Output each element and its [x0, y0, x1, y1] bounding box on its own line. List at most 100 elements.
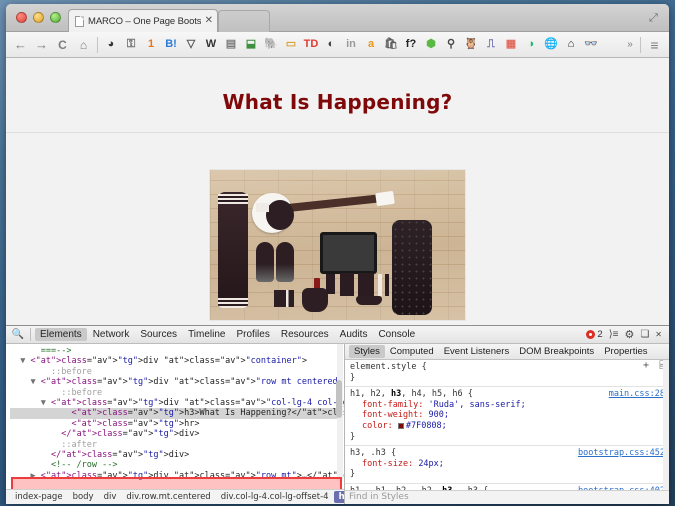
dom-node-row[interactable]: ▼ <"at">class="av">"tg">div "at">class="…	[10, 377, 337, 387]
readability-icon[interactable]: ▤	[221, 34, 241, 56]
expand-arrow-icon[interactable]: ▼	[20, 356, 25, 366]
devtools-tab-audits[interactable]: Audits	[335, 328, 373, 341]
css-source-link[interactable]: main.css:28	[609, 389, 665, 400]
css-value[interactable]: 'Ruda', sans-serif;	[429, 400, 526, 410]
styles-tab-properties[interactable]: Properties	[599, 345, 652, 358]
close-window-button[interactable]	[16, 12, 27, 23]
dom-node-row[interactable]: <"at">class="av">"tg">hr>	[10, 419, 337, 429]
devtools-tab-elements[interactable]: Elements	[35, 328, 87, 341]
fullscreen-icon[interactable]: ⤢	[649, 12, 661, 24]
new-tab-button[interactable]	[218, 10, 270, 32]
styles-tab-dom-breakpoints[interactable]: DOM Breakpoints	[514, 345, 599, 358]
css-value[interactable]: #7F0808;	[406, 421, 447, 431]
css-value[interactable]: 900;	[429, 410, 449, 420]
buffer-icon[interactable]: B!	[161, 34, 181, 56]
css-selector[interactable]: element.style {	[350, 362, 665, 373]
dom-node-row[interactable]: ▶ <"at">class="av">"tg">div "at">class="…	[10, 471, 337, 481]
evernote-icon[interactable]: 🐘	[261, 34, 281, 56]
breadcrumb-item-index-page[interactable]: index-page	[10, 491, 68, 503]
expand-arrow-icon[interactable]: ▼	[41, 398, 46, 408]
dom-node-row[interactable]: </"at">class="av">"tg">div>	[10, 429, 337, 439]
reload-button[interactable]: C	[52, 34, 73, 56]
settings-gear-icon[interactable]: ⚙	[624, 328, 634, 341]
find-in-styles-input[interactable]: Find in Styles	[345, 490, 669, 504]
todoist-icon[interactable]: TD	[301, 34, 321, 56]
dom-node-row[interactable]: ▼ <"at">class="av">"tg">div "at">class="…	[10, 398, 337, 408]
incognito-icon[interactable]: 👓	[581, 34, 601, 56]
devtools-tab-resources[interactable]: Resources	[276, 328, 334, 341]
styles-rules-list[interactable]: element.style {+⌸}h1, h2, h3, h4, h5, h6…	[345, 360, 669, 504]
breadcrumb-item-h3[interactable]: h3	[334, 491, 344, 503]
chart-icon[interactable]: ⎍	[481, 34, 501, 56]
dom-node-row[interactable]: </"at">class="av">"tg">div>	[10, 450, 337, 460]
house-icon[interactable]: ⌂	[561, 34, 581, 56]
css-declaration[interactable]: font-weight: 900;	[350, 410, 665, 421]
minimize-window-button[interactable]	[33, 12, 44, 23]
css-rule[interactable]: h3, .h3 {bootstrap.css:452font-size: 24p…	[345, 446, 669, 484]
shop-icon[interactable]: 🛍	[381, 34, 401, 56]
key-icon[interactable]: ⚿	[121, 34, 141, 56]
back-button[interactable]: ←	[10, 34, 31, 56]
maximize-window-button[interactable]	[50, 12, 61, 23]
expand-arrow-icon[interactable]: ▼	[30, 377, 35, 387]
color-wheel-icon[interactable]: ◕	[101, 34, 121, 56]
color-swatch[interactable]	[398, 423, 404, 429]
dom-tree-scrollbar-track[interactable]	[337, 344, 343, 481]
dom-node-row[interactable]: ::before	[10, 367, 337, 377]
breadcrumb-item-div-row-mt-centered[interactable]: div.row.mt.centered	[121, 491, 215, 503]
css-declaration[interactable]: font-size: 24px;	[350, 459, 665, 470]
tabs-icon[interactable]: ▭	[281, 34, 301, 56]
forward-button[interactable]: →	[31, 34, 52, 56]
home-button[interactable]: ⌂	[73, 34, 94, 56]
dom-node-row[interactable]: ::before	[10, 388, 337, 398]
chrome-menu-button[interactable]: ≡	[644, 34, 665, 56]
dom-node-row[interactable]: <"at">class="av">"tg">h3>What Is Happeni…	[10, 408, 337, 418]
amazon-icon[interactable]: a	[361, 34, 381, 56]
linkedin-icon[interactable]: in	[341, 34, 361, 56]
close-devtools-icon[interactable]: ✕	[655, 330, 662, 339]
browser-tab[interactable]: MARCO – One Page Bootst ✕	[68, 9, 218, 32]
styles-tab-event-listeners[interactable]: Event Listeners	[439, 345, 514, 358]
devtools-tab-timeline[interactable]: Timeline	[183, 328, 230, 341]
devtools-tab-sources[interactable]: Sources	[135, 328, 182, 341]
calendar-icon[interactable]: ▦	[501, 34, 521, 56]
globe-icon[interactable]: 🌐	[541, 34, 561, 56]
css-rule[interactable]: element.style {+⌸}	[345, 360, 669, 387]
telescope-icon[interactable]: ⚲	[441, 34, 461, 56]
dom-node-row[interactable]: <!-- /row -->	[10, 460, 337, 470]
devtools-tab-profiles[interactable]: Profiles	[231, 328, 274, 341]
css-source-link[interactable]: bootstrap.css:452	[578, 448, 665, 459]
css-value[interactable]: 24px;	[418, 459, 444, 469]
download-icon[interactable]: ⬓	[241, 34, 261, 56]
styles-tab-computed[interactable]: Computed	[385, 345, 439, 358]
css-declaration[interactable]: color: #7F0808;	[350, 421, 665, 432]
overflow-extensions-button[interactable]: »	[623, 34, 637, 56]
styles-tab-styles[interactable]: Styles	[349, 345, 385, 358]
search-icon[interactable]: 🔍	[10, 329, 26, 340]
dom-node-row[interactable]: ===-->	[10, 346, 337, 356]
breadcrumb-item-body[interactable]: body	[68, 491, 99, 503]
dock-side-icon[interactable]: ❏	[640, 329, 649, 340]
css-rule[interactable]: h1, h2, h3, h4, h5, h6 {main.css:28font-…	[345, 387, 669, 446]
clock-icon[interactable]: ◐	[321, 34, 341, 56]
css-declaration[interactable]: font-family: 'Ruda', sans-serif;	[350, 400, 665, 411]
pocket-icon[interactable]: ▽	[181, 34, 201, 56]
dom-tree[interactable]: ===--> ▼ <"at">class="av">"tg">div "at">…	[6, 344, 337, 481]
devtools-tab-network[interactable]: Network	[88, 328, 135, 341]
error-count-badge[interactable]: 2	[586, 329, 602, 340]
pocket-circle-icon[interactable]: ◑	[521, 34, 541, 56]
dom-node-row[interactable]: ::after	[10, 440, 337, 450]
breadcrumb-item-div[interactable]: div	[99, 491, 122, 503]
wikipedia-icon[interactable]: W	[201, 34, 221, 56]
expand-arrow-icon[interactable]: ▶	[30, 471, 35, 481]
devtools-tab-console[interactable]: Console	[373, 328, 420, 341]
dom-node-row[interactable]: ▼ <"at">class="av">"tg">div "at">class="…	[10, 356, 337, 366]
dock-console-icon[interactable]: ⟩≡	[609, 329, 619, 340]
fontface-icon[interactable]: f?	[401, 34, 421, 56]
counter-one-icon[interactable]: 1	[141, 34, 161, 56]
dom-tree-scrollbar-thumb[interactable]	[336, 380, 342, 418]
owl-icon[interactable]: 🦉	[461, 34, 481, 56]
android-icon[interactable]: ⬢	[421, 34, 441, 56]
styles-scrollbar[interactable]	[663, 360, 669, 490]
add-rule-icon[interactable]: +	[643, 361, 649, 372]
